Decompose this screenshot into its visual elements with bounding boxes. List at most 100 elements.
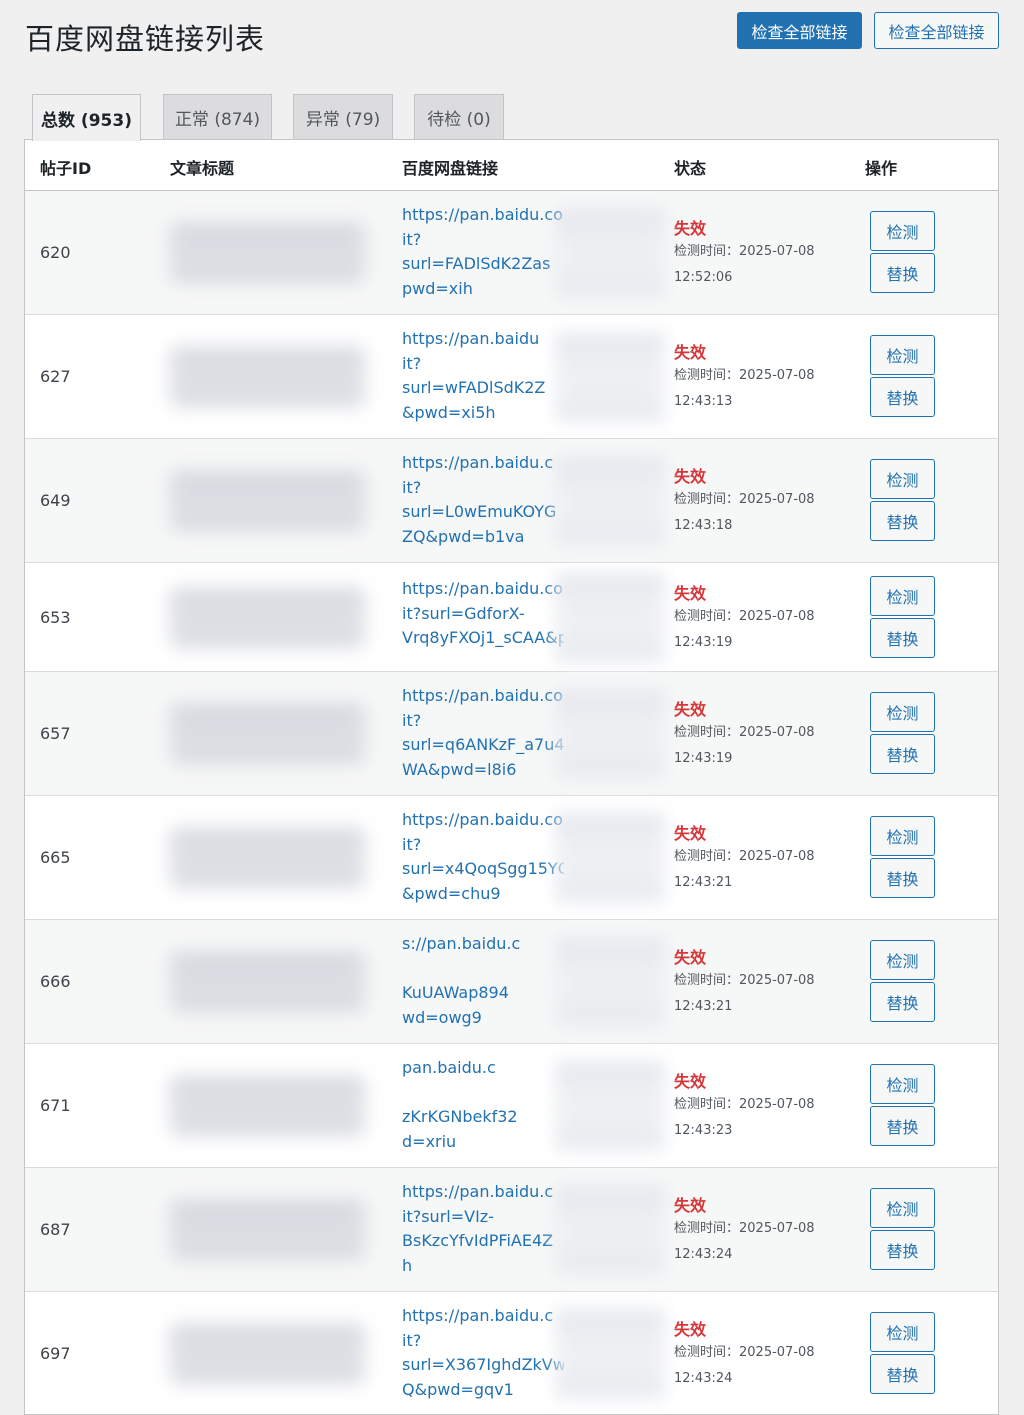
post-id: 649 [40, 491, 71, 510]
check-button[interactable]: 检测 [870, 1064, 935, 1104]
tab-pending[interactable]: 待检 (0) [414, 94, 504, 140]
table-row: 657 https://pan.baidu.con it? surl=q6ANKzF_… [25, 672, 998, 796]
post-id: 666 [40, 972, 71, 991]
link-line: d=xriu [402, 1131, 457, 1151]
status-cell: 失效 检测时间：2025-07-08 12:43:18 [674, 463, 815, 539]
baidu-link[interactable]: pan.baidu.c zKrKGNbekf32 d=xriu [402, 1056, 564, 1154]
blurred-article-title [170, 828, 365, 888]
check-time-label: 检测时间： [674, 973, 740, 988]
replace-button[interactable]: 替换 [870, 617, 935, 658]
status-badge: 失效 [674, 467, 707, 486]
link-line: ZQ&pwd=b1va [402, 526, 525, 546]
header-baidu-link: 百度网盘链接 [402, 159, 499, 178]
check-time-clock: 12:43:19 [674, 634, 733, 650]
link-line: https://pan.baidu [402, 329, 540, 348]
link-line: KuUAWap894 [402, 983, 509, 1002]
check-button[interactable]: 检测 [870, 1312, 935, 1352]
status-cell: 失效 检测时间：2025-07-08 12:43:19 [674, 580, 815, 656]
baidu-link[interactable]: https://pan.baidu.c it? surl=X367IghdZkVw Q… [402, 1304, 564, 1402]
link-line: it?surl=VIz- [402, 1206, 494, 1226]
link-line: pwd=xih [402, 278, 473, 298]
link-line: it? [402, 834, 422, 854]
link-line: WA&pwd=l8i6 [402, 759, 517, 779]
link-line: wd=owg9 [402, 1007, 482, 1027]
link-line: it? [402, 1330, 422, 1350]
baidu-link[interactable]: s://pan.baidu.c KuUAWap894 wd=owg9 [402, 932, 564, 1030]
status-cell: 失效 检测时间：2025-07-08 12:43:21 [674, 944, 815, 1020]
check-date: 2025-07-08 [739, 973, 815, 988]
link-line: s://pan.baidu.c [402, 934, 521, 953]
baidu-link[interactable]: https://pan.baidu.con it? surl=x4QoqSgg15Y… [402, 808, 564, 906]
blurred-article-title [170, 1200, 365, 1260]
link-line: it? [402, 710, 422, 730]
link-line [402, 1081, 564, 1106]
link-line: it? [402, 353, 422, 373]
blurred-article-title [170, 704, 365, 764]
link-line: https://pan.baidu.cor [402, 579, 564, 598]
check-date: 2025-07-08 [739, 1097, 815, 1112]
replace-button[interactable]: 替换 [870, 858, 935, 898]
tab-normal[interactable]: 正常 (874) [163, 94, 272, 140]
status-badge: 失效 [674, 948, 707, 967]
check-time-clock: 12:43:23 [674, 1123, 733, 1138]
check-button[interactable]: 检测 [870, 335, 935, 375]
blurred-link-tail [555, 689, 665, 779]
tab-abnormal[interactable]: 异常 (79) [293, 94, 393, 140]
blurred-article-title [170, 1324, 365, 1384]
replace-button[interactable]: 替换 [870, 734, 935, 774]
check-all-links-secondary-button[interactable]: 检查全部链接 [874, 12, 999, 49]
link-line: it? [402, 229, 422, 249]
check-button[interactable]: 检测 [870, 940, 935, 980]
replace-button[interactable]: 替换 [870, 501, 935, 541]
check-time-date: 检测时间：2025-07-08 [674, 363, 815, 389]
check-all-links-button[interactable]: 检查全部链接 [737, 12, 862, 49]
table-row: 620 https://pan.baidu.co it? surl=FADlSdK2Z… [25, 191, 998, 315]
status-badge: 失效 [674, 219, 707, 238]
replace-button[interactable]: 替换 [870, 1354, 935, 1394]
link-line: it?surl=GdforX- [402, 603, 525, 623]
baidu-link[interactable]: https://pan.baidu.c it?surl=VIz- BsKzcYfvI… [402, 1180, 564, 1278]
check-time-date: 检测时间：2025-07-08 [674, 844, 815, 870]
blurred-link-tail [555, 1061, 665, 1151]
check-time-label: 检测时间： [674, 492, 740, 507]
blurred-article-title [170, 587, 365, 648]
blurred-link-tail [555, 208, 665, 298]
check-time-date: 检测时间：2025-07-08 [674, 968, 815, 994]
check-time-date: 检测时间：2025-07-08 [674, 1216, 815, 1242]
baidu-link[interactable]: https://pan.baidu.con it? surl=q6ANKzF_a7u… [402, 684, 564, 782]
check-button[interactable]: 检测 [870, 211, 935, 251]
check-button[interactable]: 检测 [870, 816, 935, 856]
check-button[interactable]: 检测 [870, 692, 935, 732]
replace-button[interactable]: 替换 [870, 982, 935, 1022]
status-cell: 失效 检测时间：2025-07-08 12:52:06 [674, 215, 815, 291]
check-time-clock: 12:43:13 [674, 394, 733, 409]
replace-button[interactable]: 替换 [870, 1106, 935, 1146]
check-time-clock: 12:43:21 [674, 999, 733, 1014]
check-date: 2025-07-08 [739, 725, 815, 740]
tab-total[interactable]: 总数 (953) [32, 94, 141, 141]
check-time-clock: 12:43:24 [674, 1247, 733, 1262]
replace-button[interactable]: 替换 [870, 377, 935, 417]
check-button[interactable]: 检测 [870, 459, 935, 499]
post-id: 697 [40, 1344, 71, 1363]
baidu-link[interactable]: https://pan.baidu.co it? surl=FADlSdK2Zas p… [402, 203, 564, 301]
check-time-label: 检测时间： [674, 725, 740, 740]
check-button[interactable]: 检测 [870, 1188, 935, 1228]
status-badge: 失效 [674, 1320, 707, 1339]
blurred-article-title [170, 952, 365, 1012]
status-badge: 失效 [674, 1196, 707, 1215]
link-line: surl=x4QoqSgg15YQ [402, 859, 564, 878]
table-row: 666 s://pan.baidu.c KuUAWap894 wd=owg9 失效 检测时… [25, 920, 998, 1044]
check-date: 2025-07-08 [739, 244, 815, 259]
baidu-link[interactable]: https://pan.baidu.cor it?surl=GdforX- Vrq8… [402, 577, 564, 651]
replace-button[interactable]: 替换 [870, 253, 935, 293]
blurred-link-tail [555, 937, 665, 1027]
status-badge: 失效 [674, 700, 707, 719]
check-button[interactable]: 检测 [870, 575, 935, 616]
post-id: 671 [40, 1096, 71, 1115]
replace-button[interactable]: 替换 [870, 1230, 935, 1270]
check-time-label: 检测时间： [674, 849, 740, 864]
baidu-link[interactable]: https://pan.baidu.c it? surl=L0wEmuKOYG ZQ&… [402, 451, 564, 549]
link-line: it? [402, 477, 422, 497]
baidu-link[interactable]: https://pan.baidu it? surl=wFADlSdK2Z &pwd=… [402, 327, 564, 425]
